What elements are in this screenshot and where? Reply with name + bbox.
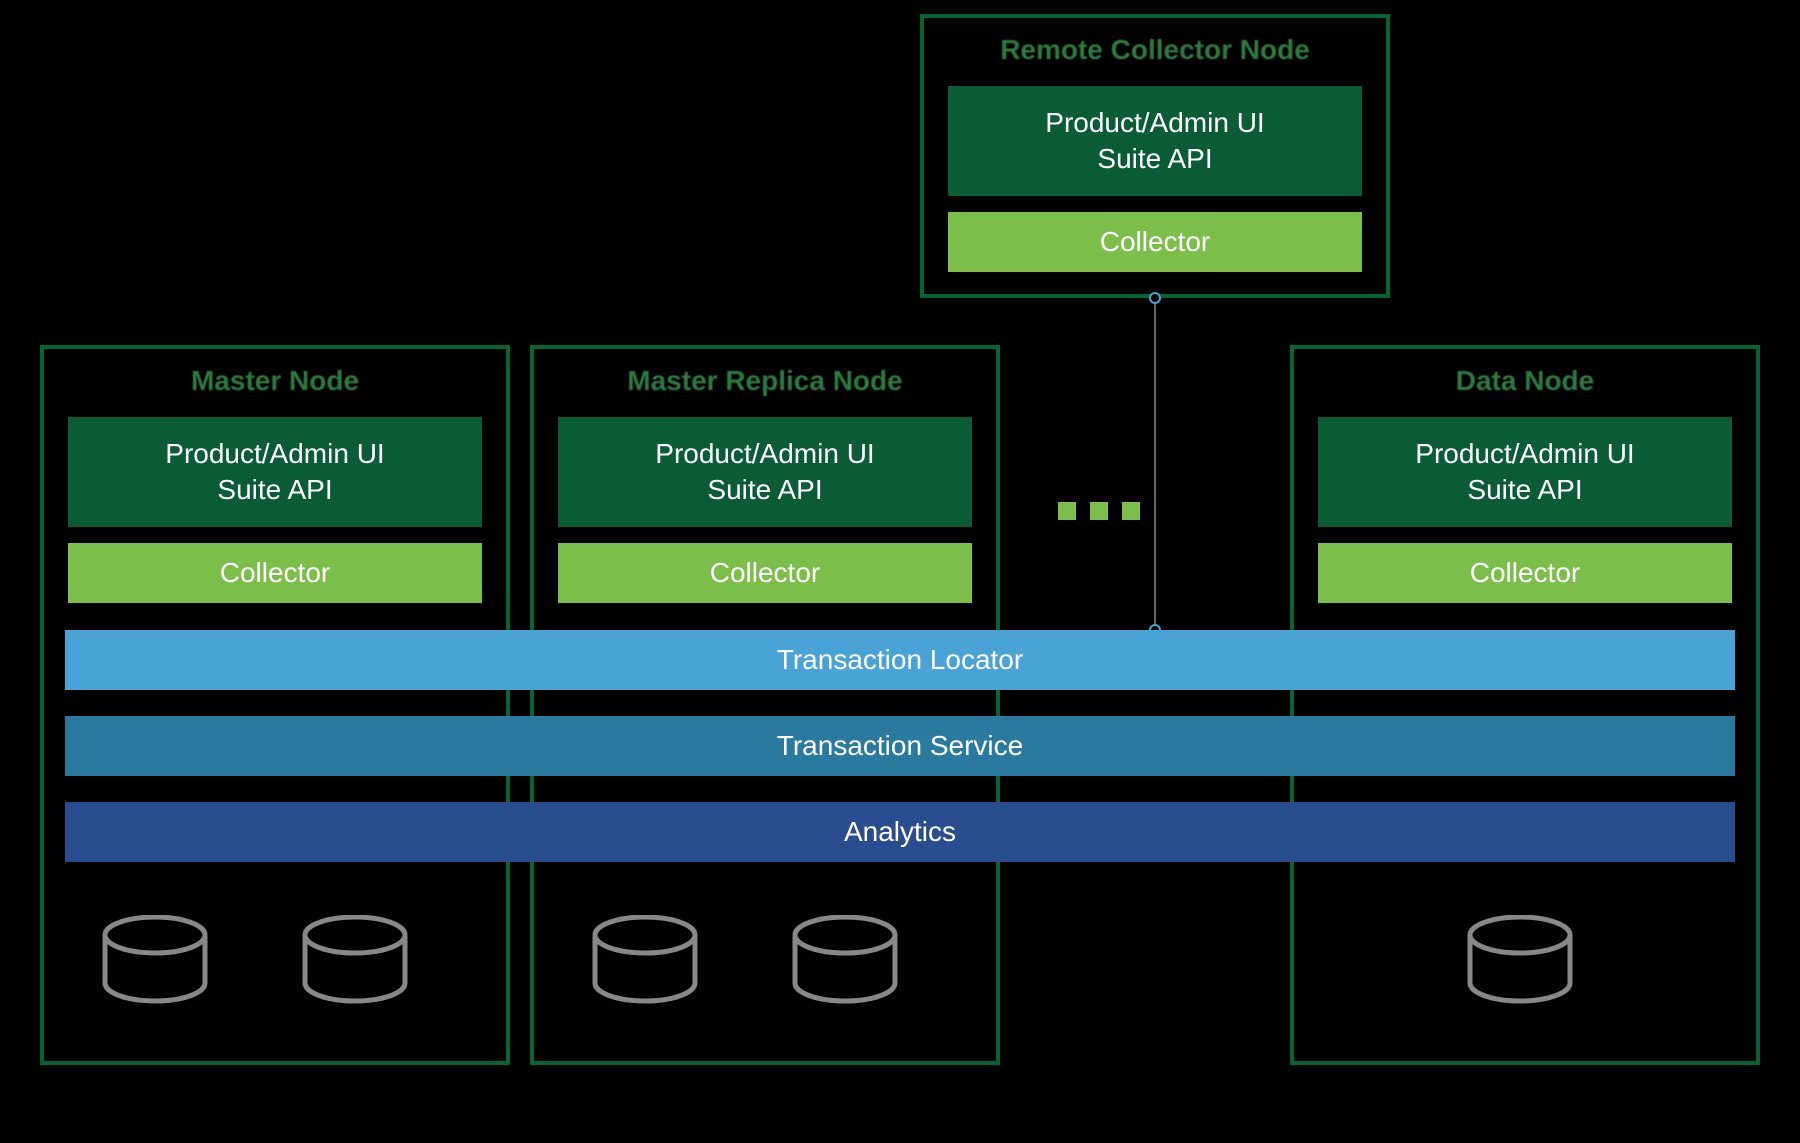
dot-icon (1122, 502, 1140, 520)
service-label: Transaction Service (777, 730, 1023, 762)
analytics-label: Analytics (844, 816, 956, 848)
data-ui-line1: Product/Admin UI (1415, 436, 1634, 472)
database-icon (1465, 915, 1575, 1005)
database-icon (100, 915, 210, 1005)
locator-label: Transaction Locator (777, 644, 1023, 676)
replica-collector-label: Collector (710, 555, 820, 591)
database-icon (790, 915, 900, 1005)
remote-ui-line2: Suite API (1097, 141, 1212, 177)
dot-icon (1058, 502, 1076, 520)
master-ui-line1: Product/Admin UI (165, 436, 384, 472)
remote-node-title: Remote Collector Node (924, 18, 1386, 86)
data-collector-label: Collector (1470, 555, 1580, 591)
master-collector-block: Collector (68, 543, 482, 603)
master-collector-label: Collector (220, 555, 330, 591)
master-node-title: Master Node (44, 349, 506, 417)
remote-collector-label: Collector (1100, 224, 1210, 260)
remote-collector-node: Remote Collector Node Product/Admin UI S… (920, 14, 1390, 298)
analytics-bar: Analytics (65, 802, 1735, 862)
replica-node-title: Master Replica Node (534, 349, 996, 417)
transaction-service-bar: Transaction Service (65, 716, 1735, 776)
data-collector-block: Collector (1318, 543, 1732, 603)
master-ui-line2: Suite API (217, 472, 332, 508)
replica-ui-line2: Suite API (707, 472, 822, 508)
data-node-title: Data Node (1294, 349, 1756, 417)
database-icon (300, 915, 410, 1005)
connector-top-circle (1149, 292, 1161, 304)
replica-ui-block: Product/Admin UI Suite API (558, 417, 972, 527)
connector-line (1154, 297, 1156, 630)
dot-icon (1090, 502, 1108, 520)
remote-ui-line1: Product/Admin UI (1045, 105, 1264, 141)
ellipsis-dots (1058, 502, 1140, 520)
remote-ui-block: Product/Admin UI Suite API (948, 86, 1362, 196)
data-ui-block: Product/Admin UI Suite API (1318, 417, 1732, 527)
database-icon (590, 915, 700, 1005)
transaction-locator-bar: Transaction Locator (65, 630, 1735, 690)
replica-ui-line1: Product/Admin UI (655, 436, 874, 472)
master-ui-block: Product/Admin UI Suite API (68, 417, 482, 527)
data-ui-line2: Suite API (1467, 472, 1582, 508)
replica-collector-block: Collector (558, 543, 972, 603)
remote-collector-block: Collector (948, 212, 1362, 272)
